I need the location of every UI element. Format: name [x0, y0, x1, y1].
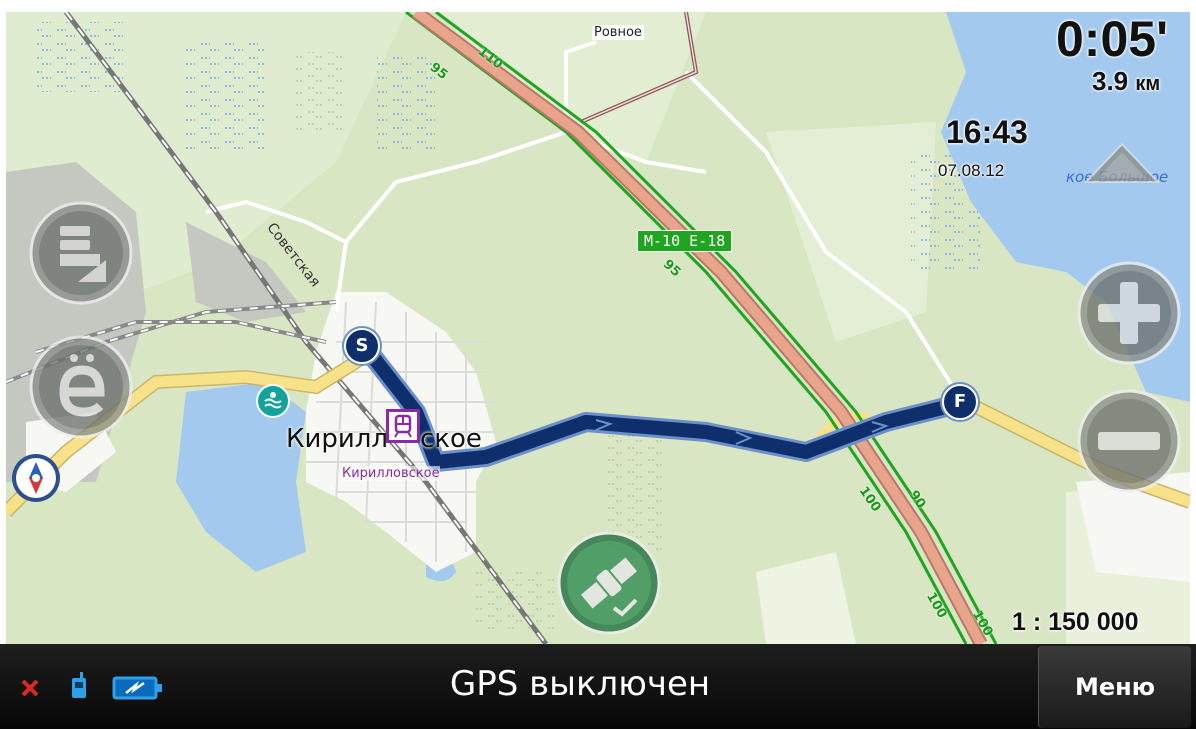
tilt-up-button[interactable]	[1082, 140, 1162, 188]
time-remaining: 0:05'	[1056, 11, 1168, 67]
marsh	[376, 52, 436, 152]
date: 07.08.12	[938, 161, 1005, 180]
railway-station-icon[interactable]	[386, 409, 420, 443]
map-view[interactable]: S F Ровное Советская Кирилл ское Кирилло…	[6, 12, 1190, 644]
place-label-kirillovskoe-small: Кирилловское	[342, 466, 440, 481]
poi-button[interactable]	[28, 334, 134, 440]
route-start-marker[interactable]: S	[344, 328, 380, 364]
marsh	[186, 42, 266, 152]
beach-icon[interactable]	[256, 384, 290, 418]
poi-icon	[29, 335, 133, 439]
compass-button[interactable]	[10, 452, 62, 504]
distance-unit: км	[1135, 73, 1161, 95]
field-area	[756, 552, 856, 644]
route-finish-marker[interactable]: F	[942, 384, 978, 420]
place-label-rovnoe: Ровное	[592, 25, 644, 40]
distance-remaining: 3.9 км	[1092, 68, 1160, 97]
zoom-out-icon	[1077, 389, 1181, 493]
zoom-in-icon	[1077, 261, 1181, 365]
start-marker-label: S	[355, 335, 369, 356]
navigator-screen: S F Ровное Советская Кирилл ское Кирилло…	[0, 0, 1196, 729]
menu-button[interactable]: Меню	[1038, 646, 1191, 728]
gps-off-x-icon	[20, 678, 40, 698]
layers-button[interactable]	[28, 200, 134, 306]
battery-charging-icon	[112, 676, 164, 700]
tilt-up-icon	[1083, 142, 1161, 183]
finish-marker-label: F	[953, 391, 967, 412]
place-label-kirillovskoe-right: ское	[420, 424, 482, 454]
zoom-out-button[interactable]	[1076, 388, 1182, 494]
zoom-in-button[interactable]	[1076, 260, 1182, 366]
highway-border	[405, 12, 968, 644]
clock: 16:43	[946, 114, 1028, 150]
map-scale: 1 : 150 000	[1012, 608, 1139, 636]
place-label-kirillovskoe-left: Кирилл	[286, 424, 388, 454]
field-area	[766, 122, 936, 342]
compass-icon	[12, 454, 60, 502]
road-shield-m10: M-10 E-18	[637, 230, 733, 252]
marsh	[296, 52, 346, 132]
menu-button-label: Меню	[1074, 673, 1156, 701]
distance-value: 3.9	[1092, 66, 1129, 96]
highway-m10	[411, 12, 988, 644]
satellite-icon	[557, 531, 661, 635]
gps-status-label: GPS выключен	[449, 664, 711, 704]
layers-icon	[29, 201, 133, 305]
satellite-button[interactable]	[556, 530, 662, 636]
status-bar: GPS выключен Меню	[0, 644, 1196, 729]
device-icon	[70, 672, 88, 700]
